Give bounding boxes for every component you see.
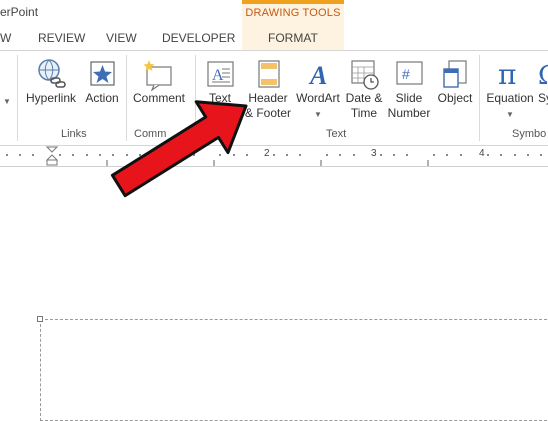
group-separator <box>195 55 196 141</box>
header-footer-button[interactable]: Header & Footer <box>241 57 295 121</box>
symbols-group-label: Symbo <box>512 128 547 140</box>
comment-label: Comment <box>132 91 185 105</box>
date-time-label-line1: Date & <box>345 91 383 105</box>
slide-number-label-line2: Number <box>387 106 431 120</box>
chevron-down-icon[interactable]: ▼ <box>314 110 322 119</box>
indent-marker-icon[interactable] <box>45 146 59 166</box>
slide-number-icon: # <box>396 61 423 85</box>
hyperlink-icon <box>38 59 66 88</box>
resize-handle[interactable] <box>37 316 43 322</box>
calendar-clock-icon <box>351 60 379 90</box>
pi-icon: π <box>498 58 516 91</box>
tab-review[interactable]: REVIEW <box>38 31 85 45</box>
links-group-label: Links <box>61 128 87 140</box>
header-footer-label-line1: Header <box>248 91 288 105</box>
svg-text:Ω: Ω <box>538 61 548 91</box>
tab-view[interactable]: VIEW <box>106 31 137 45</box>
contextual-tab-accent <box>242 0 344 4</box>
drawing-tools-label: DRAWING TOOLS <box>245 7 341 19</box>
comments-group-label: Comm <box>134 128 167 140</box>
ribbon: ▼ Hyperlink Action Links Comment Comm A … <box>0 50 548 146</box>
horizontal-ruler: 1 2 3 4 <box>0 146 548 167</box>
group-separator <box>126 55 127 141</box>
text-group-label: Text <box>326 128 347 140</box>
wordart-label: WordArt <box>296 91 340 105</box>
text-box-button[interactable]: A Text <box>200 57 240 106</box>
text-box-label: Text <box>208 91 231 105</box>
group-separator <box>17 55 18 141</box>
svg-text:#: # <box>402 66 410 82</box>
wordart-icon: A <box>308 61 327 90</box>
ruler-number: 1 <box>157 148 163 159</box>
action-icon <box>90 61 115 86</box>
object-button[interactable]: Object <box>434 57 476 106</box>
equation-button[interactable]: π Equation ▼ <box>484 57 536 120</box>
text-placeholder[interactable] <box>40 319 548 421</box>
comment-icon <box>143 60 172 91</box>
object-icon <box>443 60 467 88</box>
wordart-button[interactable]: A WordArt ▼ <box>294 57 342 120</box>
svg-text:A: A <box>212 67 224 84</box>
chevron-down-icon[interactable]: ▼ <box>506 110 514 119</box>
ruler-number: 3 <box>371 148 377 159</box>
svg-text:π: π <box>498 58 516 91</box>
ruler-ticks <box>6 154 542 166</box>
app-title: erPoint <box>0 5 39 19</box>
ribbon-tabs: W REVIEW VIEW DEVELOPER FORMAT <box>0 26 548 50</box>
ruler-number: 2 <box>264 148 270 159</box>
equation-label: Equation <box>486 91 534 105</box>
hyperlink-button[interactable]: Hyperlink <box>24 57 78 106</box>
object-label: Object <box>437 91 473 105</box>
hyperlink-label: Hyperlink <box>25 91 76 105</box>
group-separator <box>479 55 480 141</box>
omega-icon: Ω <box>538 61 548 91</box>
text-box-icon: A <box>207 61 234 87</box>
header-footer-icon <box>258 60 280 88</box>
slide-number-button[interactable]: # Slide Number <box>386 57 432 121</box>
ruler-number: 4 <box>479 148 485 159</box>
symbol-label: Sy <box>538 91 548 105</box>
tab-format[interactable]: FORMAT <box>268 31 318 45</box>
symbol-button[interactable]: Ω Sy <box>538 57 548 106</box>
tab-partial[interactable]: W <box>0 31 11 45</box>
slide-number-label-line1: Slide <box>395 91 423 105</box>
date-time-button[interactable]: Date & Time <box>342 57 386 121</box>
tab-developer[interactable]: DEVELOPER <box>162 31 235 45</box>
action-label: Action <box>85 91 119 105</box>
header-footer-label-line2: & Footer <box>244 106 292 120</box>
date-time-label-line2: Time <box>350 106 378 120</box>
chevron-down-icon[interactable]: ▼ <box>3 97 11 106</box>
comment-button[interactable]: Comment <box>130 57 188 106</box>
svg-text:A: A <box>308 61 327 90</box>
action-button[interactable]: Action <box>82 57 122 106</box>
